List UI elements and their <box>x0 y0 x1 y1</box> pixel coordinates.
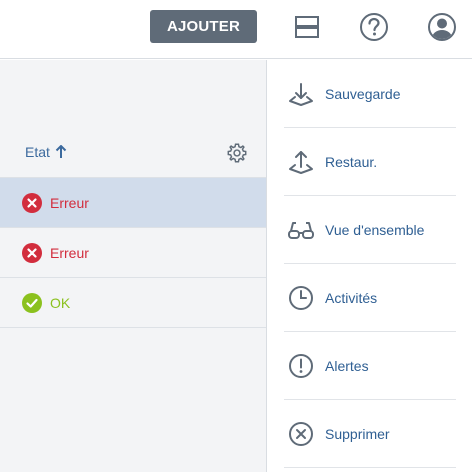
menu-item-activities[interactable]: Activités <box>284 264 456 332</box>
clock-icon <box>287 284 315 312</box>
list-panel: Etat Erreur Erreur OK <box>0 60 266 472</box>
download-icon <box>287 80 315 108</box>
menu-item-backup[interactable]: Sauvegarde <box>284 60 456 128</box>
sort-ascending-icon <box>55 145 67 158</box>
alert-icon <box>287 352 315 380</box>
menu-item-label: Sauvegarde <box>325 85 401 102</box>
menu-item-label: Restaur. <box>325 153 378 170</box>
sort-by-status-button[interactable]: Etat <box>25 144 67 160</box>
user-account-icon[interactable] <box>426 11 458 43</box>
upload-icon <box>287 148 315 176</box>
menu-item-label: Alertes <box>325 357 369 374</box>
action-menu: Sauvegarde Restaur. Vue d'ensemble Activ… <box>267 60 472 472</box>
list-row[interactable]: Erreur <box>0 178 266 228</box>
top-toolbar: AJOUTER <box>0 0 472 59</box>
status-text: Erreur <box>50 194 89 211</box>
menu-item-overview[interactable]: Vue d'ensemble <box>284 196 456 264</box>
error-status-icon <box>22 192 42 213</box>
menu-item-label: Activités <box>325 289 378 306</box>
status-text: Erreur <box>50 244 89 261</box>
list-row[interactable]: Erreur <box>0 228 266 278</box>
glasses-icon <box>287 216 315 244</box>
add-button[interactable]: AJOUTER <box>150 10 257 43</box>
ok-status-icon <box>22 292 42 313</box>
status-text: OK <box>50 294 71 311</box>
menu-item-delete[interactable]: Supprimer <box>284 400 456 468</box>
delete-icon <box>287 420 315 448</box>
menu-item-label: Vue d'ensemble <box>325 221 425 238</box>
help-icon[interactable] <box>358 11 390 43</box>
list-row[interactable]: OK <box>0 278 266 328</box>
menu-item-label: Supprimer <box>325 425 390 442</box>
menu-item-restore[interactable]: Restaur. <box>284 128 456 196</box>
layout-toggle-icon[interactable] <box>291 11 323 43</box>
menu-item-alerts[interactable]: Alertes <box>284 332 456 400</box>
error-status-icon <box>22 242 42 263</box>
sort-label: Etat <box>25 144 50 160</box>
column-settings-gear-icon[interactable] <box>226 142 248 164</box>
